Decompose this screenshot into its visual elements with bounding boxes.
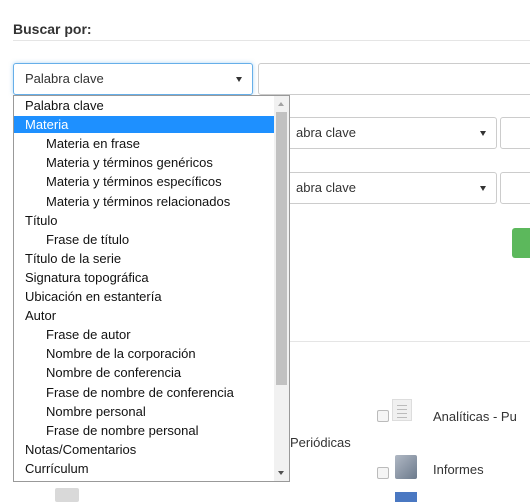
search-field-dropdown[interactable]: Currículum Notas/Comentarios Frase de nomb… bbox=[13, 95, 290, 482]
periodicas-label: Periódicas bbox=[290, 435, 351, 450]
informes-checkbox[interactable] bbox=[377, 467, 389, 479]
dropdown-option[interactable]: Nombre de la corporación bbox=[14, 345, 276, 362]
search-button[interactable] bbox=[512, 228, 530, 258]
dropdown-option[interactable]: Título bbox=[14, 212, 276, 229]
analiticas-checkbox[interactable] bbox=[377, 410, 389, 422]
divider bbox=[13, 40, 530, 41]
scroll-down-arrow-icon[interactable] bbox=[278, 471, 284, 475]
publication-icon bbox=[395, 492, 417, 502]
book-icon bbox=[395, 455, 417, 479]
scroll-up-arrow-icon[interactable] bbox=[278, 102, 284, 106]
dropdown-option[interactable]: Título de la serie bbox=[14, 250, 276, 267]
search-input[interactable] bbox=[258, 63, 530, 95]
chevron-down-icon bbox=[236, 77, 242, 82]
row2-field-select[interactable]: abra clave bbox=[285, 117, 497, 149]
divider bbox=[290, 341, 530, 342]
dropdown-option[interactable]: Frase de nombre personal bbox=[14, 422, 276, 439]
chevron-down-icon bbox=[480, 131, 486, 136]
dropdown-option[interactable]: Materia en frase bbox=[14, 135, 276, 152]
search-field-select[interactable]: Palabra clave bbox=[13, 63, 253, 95]
dropdown-option[interactable]: Materia bbox=[14, 116, 276, 134]
dropdown-option[interactable]: Notas/Comentarios bbox=[14, 441, 276, 458]
dropdown-scrollbar[interactable] bbox=[274, 96, 289, 481]
search-by-heading: Buscar por: bbox=[13, 21, 92, 37]
dropdown-option[interactable]: Signatura topográfica bbox=[14, 269, 276, 286]
dropdown-option[interactable]: Ubicación en estantería bbox=[14, 288, 276, 305]
informes-label: Informes bbox=[433, 462, 484, 477]
dropdown-option[interactable]: Frase de nombre de conferencia bbox=[14, 384, 276, 401]
dropdown-option[interactable]: Materia y términos específicos bbox=[14, 173, 276, 190]
document-icon bbox=[392, 399, 412, 421]
row2-field-select-value: abra clave bbox=[296, 125, 356, 140]
dropdown-option[interactable]: Materia y términos genéricos bbox=[14, 154, 276, 171]
dropdown-option[interactable]: Autor bbox=[14, 307, 276, 324]
dropdown-option[interactable]: Palabra clave bbox=[14, 97, 276, 114]
dropdown-option[interactable]: Frase de título bbox=[14, 231, 276, 248]
dropdown-option[interactable]: Nombre personal bbox=[14, 403, 276, 420]
search-field-select-value: Palabra clave bbox=[25, 71, 104, 86]
row3-field-select[interactable]: abra clave bbox=[285, 172, 497, 204]
row3-field-select-value: abra clave bbox=[296, 180, 356, 195]
dropdown-option[interactable]: Nombre de conferencia bbox=[14, 364, 276, 381]
scrollbar-thumb[interactable] bbox=[276, 112, 287, 385]
dropdown-option[interactable]: Currículum bbox=[14, 460, 276, 477]
row3-search-input[interactable] bbox=[500, 172, 530, 204]
chevron-down-icon bbox=[480, 186, 486, 191]
row2-search-input[interactable] bbox=[500, 117, 530, 149]
analiticas-label: Analíticas - Pu bbox=[433, 409, 517, 424]
item-type-icon bbox=[55, 488, 79, 502]
dropdown-option[interactable]: Frase de autor bbox=[14, 326, 276, 343]
dropdown-option[interactable]: Materia y términos relacionados bbox=[14, 193, 276, 210]
